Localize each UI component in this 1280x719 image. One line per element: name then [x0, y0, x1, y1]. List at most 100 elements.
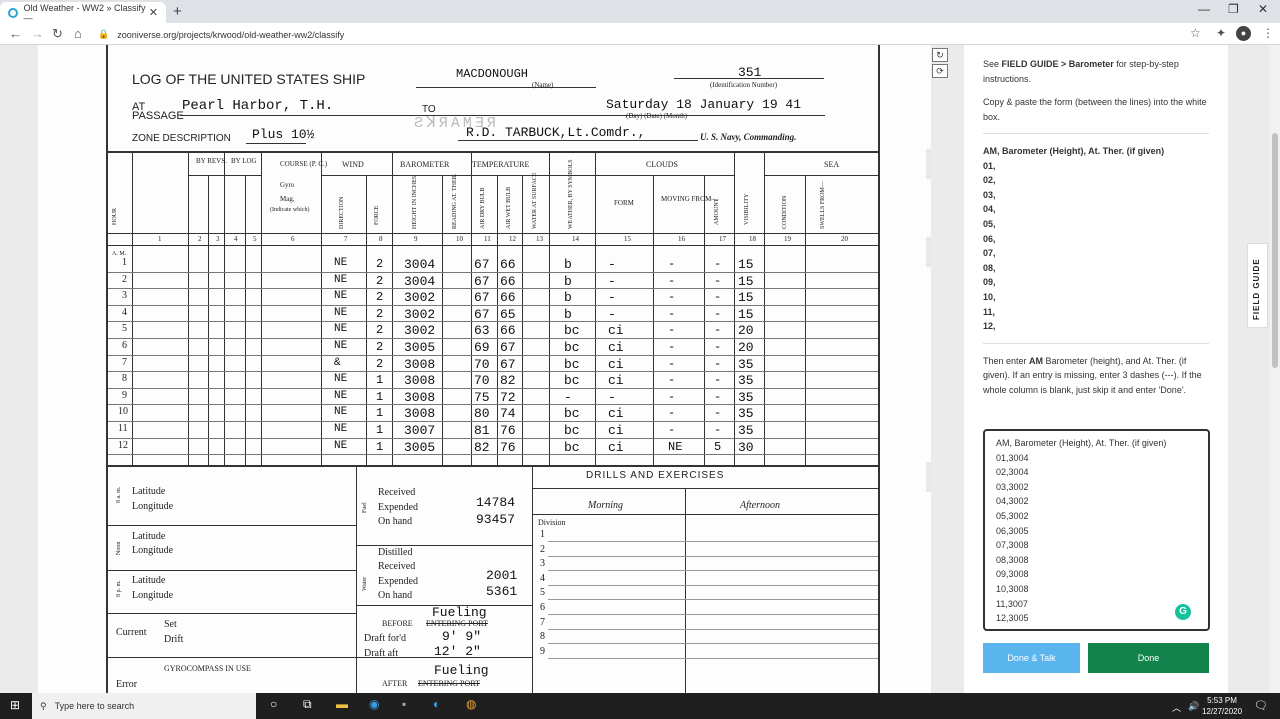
- grammarly-icon[interactable]: G: [1175, 604, 1191, 620]
- notifications-icon[interactable]: 🗨: [1254, 699, 1268, 712]
- taskbar-search[interactable]: ⚲ Type here to search: [32, 693, 256, 719]
- answer-textarea[interactable]: AM, Barometer (Height), At. Ther. (if gi…: [983, 429, 1210, 631]
- col-force-label: FORCE: [374, 205, 380, 225]
- ship-name: MACDONOUGH: [456, 67, 529, 81]
- row-weather-value: b: [564, 257, 572, 272]
- col-dry-label: AIR DRY BULB: [480, 187, 486, 229]
- search-placeholder: Type here to search: [54, 701, 135, 711]
- tab-old-weather[interactable]: Old Weather - WW2 » Classify — ✕: [0, 2, 166, 23]
- scrollbar-thumb[interactable]: [1272, 133, 1278, 368]
- divider: [983, 133, 1209, 134]
- row-force-value: 2: [376, 257, 384, 271]
- row-hour-value: 3: [122, 290, 127, 302]
- new-tab-button[interactable]: +: [173, 3, 182, 20]
- morning-label: Morning: [588, 500, 623, 511]
- location-value: Pearl Harbor, T.H.: [182, 98, 334, 114]
- division-line: [548, 541, 878, 542]
- reload-icon[interactable]: ↻: [52, 26, 63, 42]
- row-hour-value: 10: [118, 406, 128, 418]
- row-form-value: -: [608, 389, 616, 405]
- row-vis-value: 35: [738, 423, 754, 438]
- taskbar-clock[interactable]: 5:53 PM 12/27/2020: [1202, 695, 1242, 717]
- back-icon[interactable]: ←: [9, 26, 22, 41]
- page-scrollbar[interactable]: [1270, 45, 1280, 693]
- tray-chevron-icon[interactable]: ︿: [1172, 701, 1181, 714]
- column-number: 2: [198, 235, 202, 243]
- chrome-icon[interactable]: ◍: [466, 697, 476, 711]
- bookmark-star-icon[interactable]: ☆: [1190, 26, 1201, 40]
- done-and-talk-button[interactable]: Done & Talk: [983, 643, 1080, 673]
- division-line: [548, 614, 878, 615]
- row-divider: [108, 404, 878, 406]
- app-icon-2[interactable]: ▪: [402, 697, 406, 711]
- lock-icon: 🔒: [98, 29, 110, 39]
- date-value: Saturday 18 January 19 41: [606, 97, 802, 112]
- form-line: 08,: [983, 262, 996, 273]
- col-water-label: WATER AT SURFACE: [532, 172, 538, 229]
- volume-icon[interactable]: 🔊: [1188, 701, 1199, 712]
- windows-start-icon[interactable]: ⊞: [10, 698, 20, 712]
- row-moving-value: -: [668, 273, 676, 288]
- row-force-value: 2: [376, 323, 384, 338]
- home-icon[interactable]: ⌂: [74, 26, 82, 41]
- done-button[interactable]: Done: [1088, 643, 1209, 673]
- menu-kebab-icon[interactable]: ⋮: [1262, 26, 1274, 40]
- draft-aft-value: 12' 2": [434, 644, 481, 659]
- window-close-icon[interactable]: ✕: [1258, 2, 1268, 16]
- row-force-value: 2: [376, 340, 384, 354]
- tab-close-icon[interactable]: ✕: [149, 6, 158, 19]
- clock-time: 5:53 PM: [1207, 696, 1237, 705]
- field-guide-tab[interactable]: FIELD GUIDE: [1247, 243, 1268, 328]
- reset-zoom-icon[interactable]: ⟳: [932, 64, 948, 78]
- entering-port-after-label: ENTERING PORT: [418, 679, 480, 688]
- division-line: [548, 628, 878, 630]
- url-bar[interactable]: 🔒 zooniverse.org/projects/krwood/old-wea…: [98, 27, 1198, 42]
- row-vis-value: 15: [738, 306, 754, 322]
- fuel-label: Fuel: [362, 502, 368, 513]
- row-wet-value: 67: [500, 340, 516, 355]
- col-moving-label: MOVING FROM—: [661, 195, 719, 203]
- textarea-line: 10,3008: [996, 583, 1029, 594]
- restore-icon[interactable]: ❐: [1228, 2, 1239, 16]
- app-icon[interactable]: ◉: [369, 697, 379, 711]
- row-amount-value: -: [714, 323, 722, 338]
- row-baro-value: 3008: [404, 356, 436, 372]
- forward-icon[interactable]: →: [31, 26, 44, 41]
- row-force-value: 1: [376, 406, 384, 421]
- rotate-icon[interactable]: ↻: [932, 48, 948, 62]
- row-baro-value: 3002: [404, 306, 436, 322]
- cortana-icon[interactable]: ○: [270, 697, 277, 711]
- ident-caption: (Identification Number): [710, 81, 778, 89]
- passage-label: PASSAGE: [132, 110, 184, 122]
- fuel-expended-value: 14784: [476, 495, 516, 510]
- file-explorer-icon[interactable]: ▬: [336, 697, 348, 711]
- edge-icon[interactable]: ◐: [433, 697, 440, 711]
- column-number: 10: [456, 235, 463, 243]
- task-view-icon[interactable]: ⧉: [303, 697, 312, 712]
- binder-tab-middle: [926, 237, 931, 267]
- extensions-icon[interactable]: ✦: [1216, 26, 1226, 40]
- log-scan-image[interactable]: LOG OF THE UNITED STATES SHIP MACDONOUGH…: [38, 45, 931, 693]
- row-amount-value: -: [714, 423, 722, 437]
- row-wet-value: 66: [500, 323, 516, 339]
- row-baro-value: 3004: [404, 257, 436, 272]
- profile-avatar[interactable]: ●: [1236, 26, 1251, 41]
- field-guide-link[interactable]: FIELD GUIDE > Barometer: [1002, 59, 1114, 69]
- col-hour-label: HOUR: [112, 207, 118, 225]
- col-log-label: BY LOG: [231, 157, 257, 165]
- row-weather-value: -: [564, 389, 572, 405]
- row-hour-value: 11: [118, 423, 128, 434]
- column-number: 11: [484, 235, 491, 243]
- row-dry-value: 81: [474, 423, 490, 438]
- textarea-line: 07,3008: [996, 540, 1029, 551]
- row-weather-value: b: [564, 273, 572, 289]
- row-form-value: -: [608, 306, 616, 322]
- column-number: 19: [784, 235, 791, 243]
- row-moving-value: -: [668, 306, 676, 321]
- log-page: LOG OF THE UNITED STATES SHIP MACDONOUGH…: [106, 45, 880, 693]
- row-baro-value: 3008: [404, 406, 436, 422]
- division-number: 6: [540, 602, 545, 613]
- drift-label: Drift: [164, 634, 184, 645]
- form-line: 04,: [983, 204, 996, 215]
- minimize-icon[interactable]: —: [1198, 2, 1210, 16]
